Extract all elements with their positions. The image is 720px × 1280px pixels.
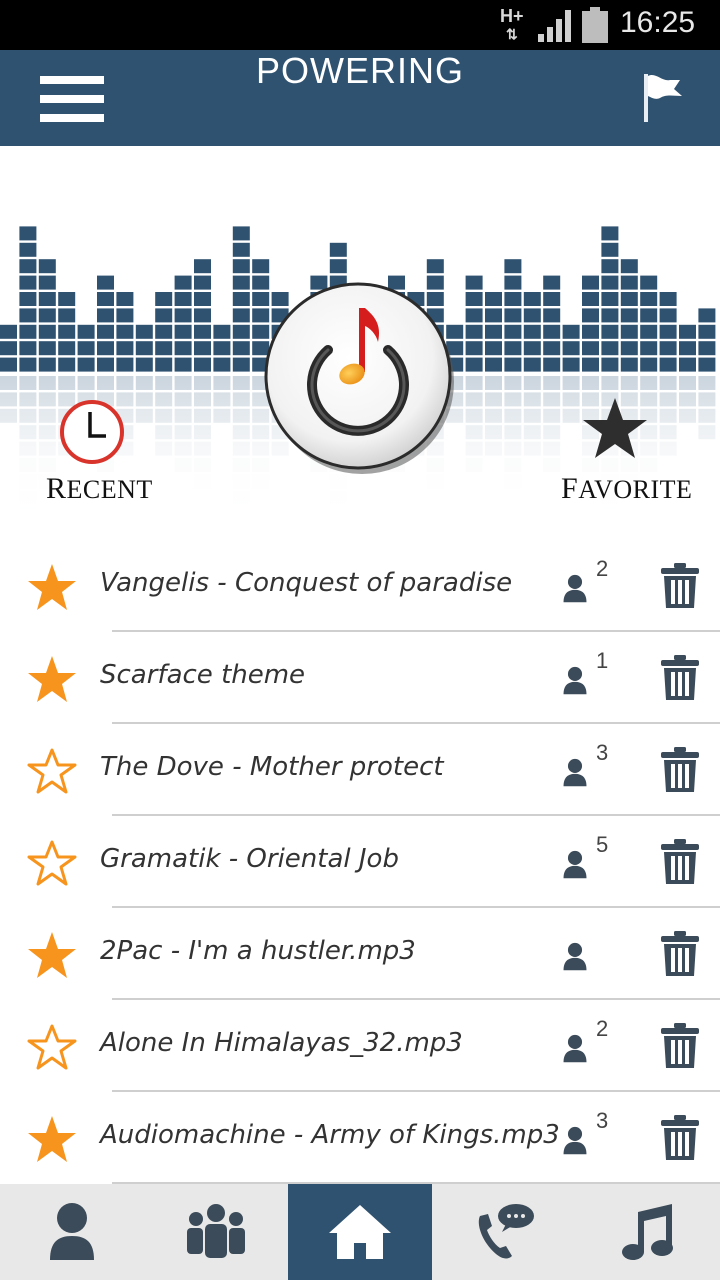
- track-title[interactable]: The Dove - Mother protect: [100, 752, 444, 782]
- flag-icon: [644, 74, 682, 122]
- track-list: Vangelis - Conquest of paradise 2 Scarface…: [0, 540, 720, 1184]
- equalizer-hero: RECENT FAVORITE: [0, 146, 720, 510]
- flag-button[interactable]: [640, 72, 686, 124]
- page-title: POWERING: [255, 50, 464, 91]
- network-type: H+: [500, 6, 524, 26]
- track-title[interactable]: Gramatik - Oriental Job: [100, 844, 399, 874]
- status-bar: H+ ⇅ 16:25: [0, 0, 720, 50]
- signal-icon: [538, 10, 571, 42]
- recent-button[interactable]: RECENT: [40, 396, 153, 506]
- star-icon: [583, 398, 647, 458]
- power-music-icon: [264, 282, 454, 474]
- listener-icon: [563, 1126, 587, 1155]
- menu-button[interactable]: [40, 76, 104, 122]
- bottom-nav: [0, 1184, 720, 1280]
- trash-icon[interactable]: [660, 930, 700, 978]
- app-bar: POWERING: [0, 50, 720, 146]
- nav-profile[interactable]: [0, 1184, 144, 1280]
- trash-icon[interactable]: [660, 1114, 700, 1162]
- listener-icon: [563, 1034, 587, 1063]
- data-arrows-icon: ⇅: [506, 26, 518, 42]
- clock-icon: [60, 400, 124, 464]
- listener-count: 5: [596, 832, 609, 857]
- network-indicator: H+ ⇅: [500, 6, 532, 46]
- listener-icon: [563, 758, 587, 787]
- track-row[interactable]: The Dove - Mother protect 3: [0, 724, 720, 816]
- favorite-label: FAVORITE: [561, 472, 693, 505]
- listener-count: 1: [596, 648, 609, 673]
- listener-icon: [563, 850, 587, 879]
- star-outline-icon[interactable]: [26, 746, 78, 796]
- star-filled-icon[interactable]: [26, 1114, 78, 1164]
- listener-count: 2: [596, 1016, 609, 1041]
- track-title[interactable]: Vangelis - Conquest of paradise: [100, 568, 512, 598]
- track-row[interactable]: Alone In Himalayas_32.mp3 2: [0, 1000, 720, 1092]
- recent-label: RECENT: [46, 472, 153, 505]
- nav-groups[interactable]: [144, 1184, 288, 1280]
- battery-icon: [582, 7, 608, 43]
- track-row[interactable]: Gramatik - Oriental Job 5: [0, 816, 720, 908]
- user-icon: [50, 1203, 94, 1260]
- star-outline-icon[interactable]: [26, 838, 78, 888]
- home-icon: [329, 1205, 391, 1259]
- nav-calls[interactable]: [432, 1184, 576, 1280]
- listener-icon: [563, 666, 587, 695]
- clock-time: 16:25: [620, 6, 696, 39]
- star-filled-icon[interactable]: [26, 930, 78, 980]
- track-title[interactable]: Audiomachine - Army of Kings.mp3: [100, 1120, 560, 1150]
- track-title[interactable]: 2Pac - I'm a hustler.mp3: [100, 936, 416, 966]
- listener-icon: [563, 942, 587, 971]
- nav-home[interactable]: [288, 1184, 432, 1280]
- trash-icon[interactable]: [660, 654, 700, 702]
- listener-count: 2: [596, 556, 609, 581]
- phone-chat-icon: [478, 1204, 534, 1259]
- track-row[interactable]: 2Pac - I'm a hustler.mp3: [0, 908, 720, 1000]
- star-outline-icon[interactable]: [26, 1022, 78, 1072]
- trash-icon[interactable]: [660, 746, 700, 794]
- trash-icon[interactable]: [660, 1022, 700, 1070]
- listener-icon: [563, 574, 587, 603]
- group-icon: [187, 1204, 245, 1258]
- track-row[interactable]: Audiomachine - Army of Kings.mp3 3: [0, 1092, 720, 1184]
- favorite-button[interactable]: FAVORITE: [555, 396, 692, 506]
- power-play-button[interactable]: [262, 280, 458, 476]
- nav-music[interactable]: [576, 1184, 720, 1280]
- listener-count: 3: [596, 1108, 609, 1133]
- listener-count: 3: [596, 740, 609, 765]
- track-title[interactable]: Scarface theme: [100, 660, 305, 690]
- star-filled-icon[interactable]: [26, 654, 78, 704]
- trash-icon[interactable]: [660, 838, 700, 886]
- music-note-icon: [622, 1204, 673, 1260]
- star-filled-icon[interactable]: [26, 562, 78, 612]
- track-title[interactable]: Alone In Himalayas_32.mp3: [100, 1028, 463, 1058]
- trash-icon[interactable]: [660, 562, 700, 610]
- track-row[interactable]: Scarface theme 1: [0, 632, 720, 724]
- track-row[interactable]: Vangelis - Conquest of paradise 2: [0, 540, 720, 632]
